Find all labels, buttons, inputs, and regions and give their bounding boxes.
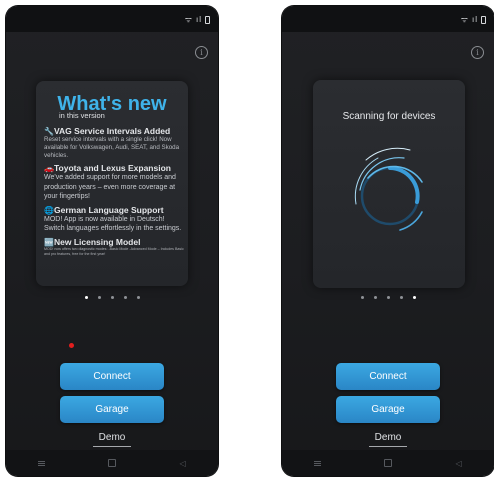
navigation-bar: ◁	[6, 450, 218, 476]
carousel-dot[interactable]	[399, 296, 403, 299]
whats-new-list: 🔧VAG Service Intervals Added Reset servic…	[44, 126, 184, 260]
status-bar: ᯤ ıl	[6, 6, 218, 32]
carousel-indicator	[6, 296, 218, 299]
feature-title: New Licensing Model	[54, 236, 141, 247]
back-icon[interactable]: ◁	[176, 456, 190, 470]
feature-description: MOD! now offers two diagnostic modes: -B…	[44, 246, 184, 256]
whats-new-item: 🆕New Licensing Model MOD! now offers two …	[44, 237, 184, 257]
carousel-dot[interactable]	[97, 296, 101, 299]
signal-icon: ıl	[472, 15, 478, 24]
carousel-dot[interactable]	[123, 296, 127, 299]
battery-icon	[205, 15, 210, 24]
scanning-spinner-icon	[354, 147, 423, 231]
feature-title: VAG Service Intervals Added	[54, 126, 171, 136]
demo-link[interactable]: Demo	[282, 432, 494, 443]
demo-link[interactable]: Demo	[6, 432, 218, 443]
whats-new-item-title: 🌐German Language Support	[44, 205, 184, 215]
home-icon[interactable]	[105, 456, 119, 470]
feature-description: Reset service intervals with a single cl…	[44, 136, 180, 159]
feature-icon: 🔧	[44, 127, 54, 136]
whats-new-item-title: 🔧VAG Service Intervals Added	[44, 126, 184, 136]
carousel-dot[interactable]	[412, 296, 416, 299]
connect-button[interactable]: Connect	[336, 363, 440, 390]
phone-screen-scanning: ᯤ ıl i Scanning for devices Connect Gara…	[282, 6, 494, 476]
whats-new-item-title: 🆕New Licensing Model	[44, 237, 184, 247]
garage-button[interactable]: Garage	[60, 396, 164, 423]
feature-icon: 🌐	[44, 205, 54, 215]
status-bar: ᯤ ıl	[282, 6, 494, 32]
whats-new-item: 🚗Toyota and Lexus Expansion We've added s…	[44, 163, 184, 202]
whats-new-item: 🔧VAG Service Intervals Added Reset servic…	[44, 126, 184, 160]
whats-new-item-title: 🚗Toyota and Lexus Expansion	[44, 163, 184, 173]
carousel-indicator	[282, 296, 494, 299]
info-button[interactable]: i	[471, 46, 484, 59]
scanning-card[interactable]: Scanning for devices	[313, 80, 465, 288]
carousel-dot[interactable]	[360, 296, 364, 299]
demo-underline	[369, 446, 407, 447]
whats-new-item: 🌐German Language Support MOD! App is now …	[44, 205, 184, 234]
feature-description: MOD! App is now available in Deutsch! Sw…	[44, 215, 182, 233]
garage-button[interactable]: Garage	[336, 396, 440, 423]
carousel-dot[interactable]	[84, 296, 88, 299]
info-button[interactable]: i	[195, 46, 208, 59]
feature-icon: 🆕	[44, 237, 54, 247]
recents-icon[interactable]	[310, 456, 324, 470]
signal-icon: ıl	[196, 15, 202, 24]
wifi-icon: ᯤ	[460, 15, 469, 24]
carousel-dot[interactable]	[136, 296, 140, 299]
feature-description: We've added support for more models and …	[44, 174, 176, 200]
whats-new-card[interactable]: What's new in this version 🔧VAG Service …	[36, 81, 188, 286]
feature-title: Toyota and Lexus Expansion	[54, 163, 171, 173]
home-icon[interactable]	[381, 456, 395, 470]
recents-icon[interactable]	[34, 456, 48, 470]
navigation-bar: ◁	[282, 450, 494, 476]
phone-screen-whats-new: ᯤ ıl i What's new in this version 🔧VAG S…	[6, 6, 218, 476]
carousel-dot[interactable]	[386, 296, 390, 299]
back-icon[interactable]: ◁	[452, 456, 466, 470]
wifi-icon: ᯤ	[184, 15, 193, 24]
carousel-dot[interactable]	[110, 296, 114, 299]
demo-underline	[93, 446, 131, 447]
carousel-dot[interactable]	[373, 296, 377, 299]
recording-indicator	[69, 343, 74, 348]
connect-button[interactable]: Connect	[60, 363, 164, 390]
battery-icon	[481, 15, 486, 24]
feature-icon: 🚗	[44, 164, 54, 173]
feature-title: German Language Support	[54, 204, 164, 215]
whats-new-subtitle: in this version	[59, 111, 105, 120]
scanning-title: Scanning for devices	[342, 111, 436, 122]
